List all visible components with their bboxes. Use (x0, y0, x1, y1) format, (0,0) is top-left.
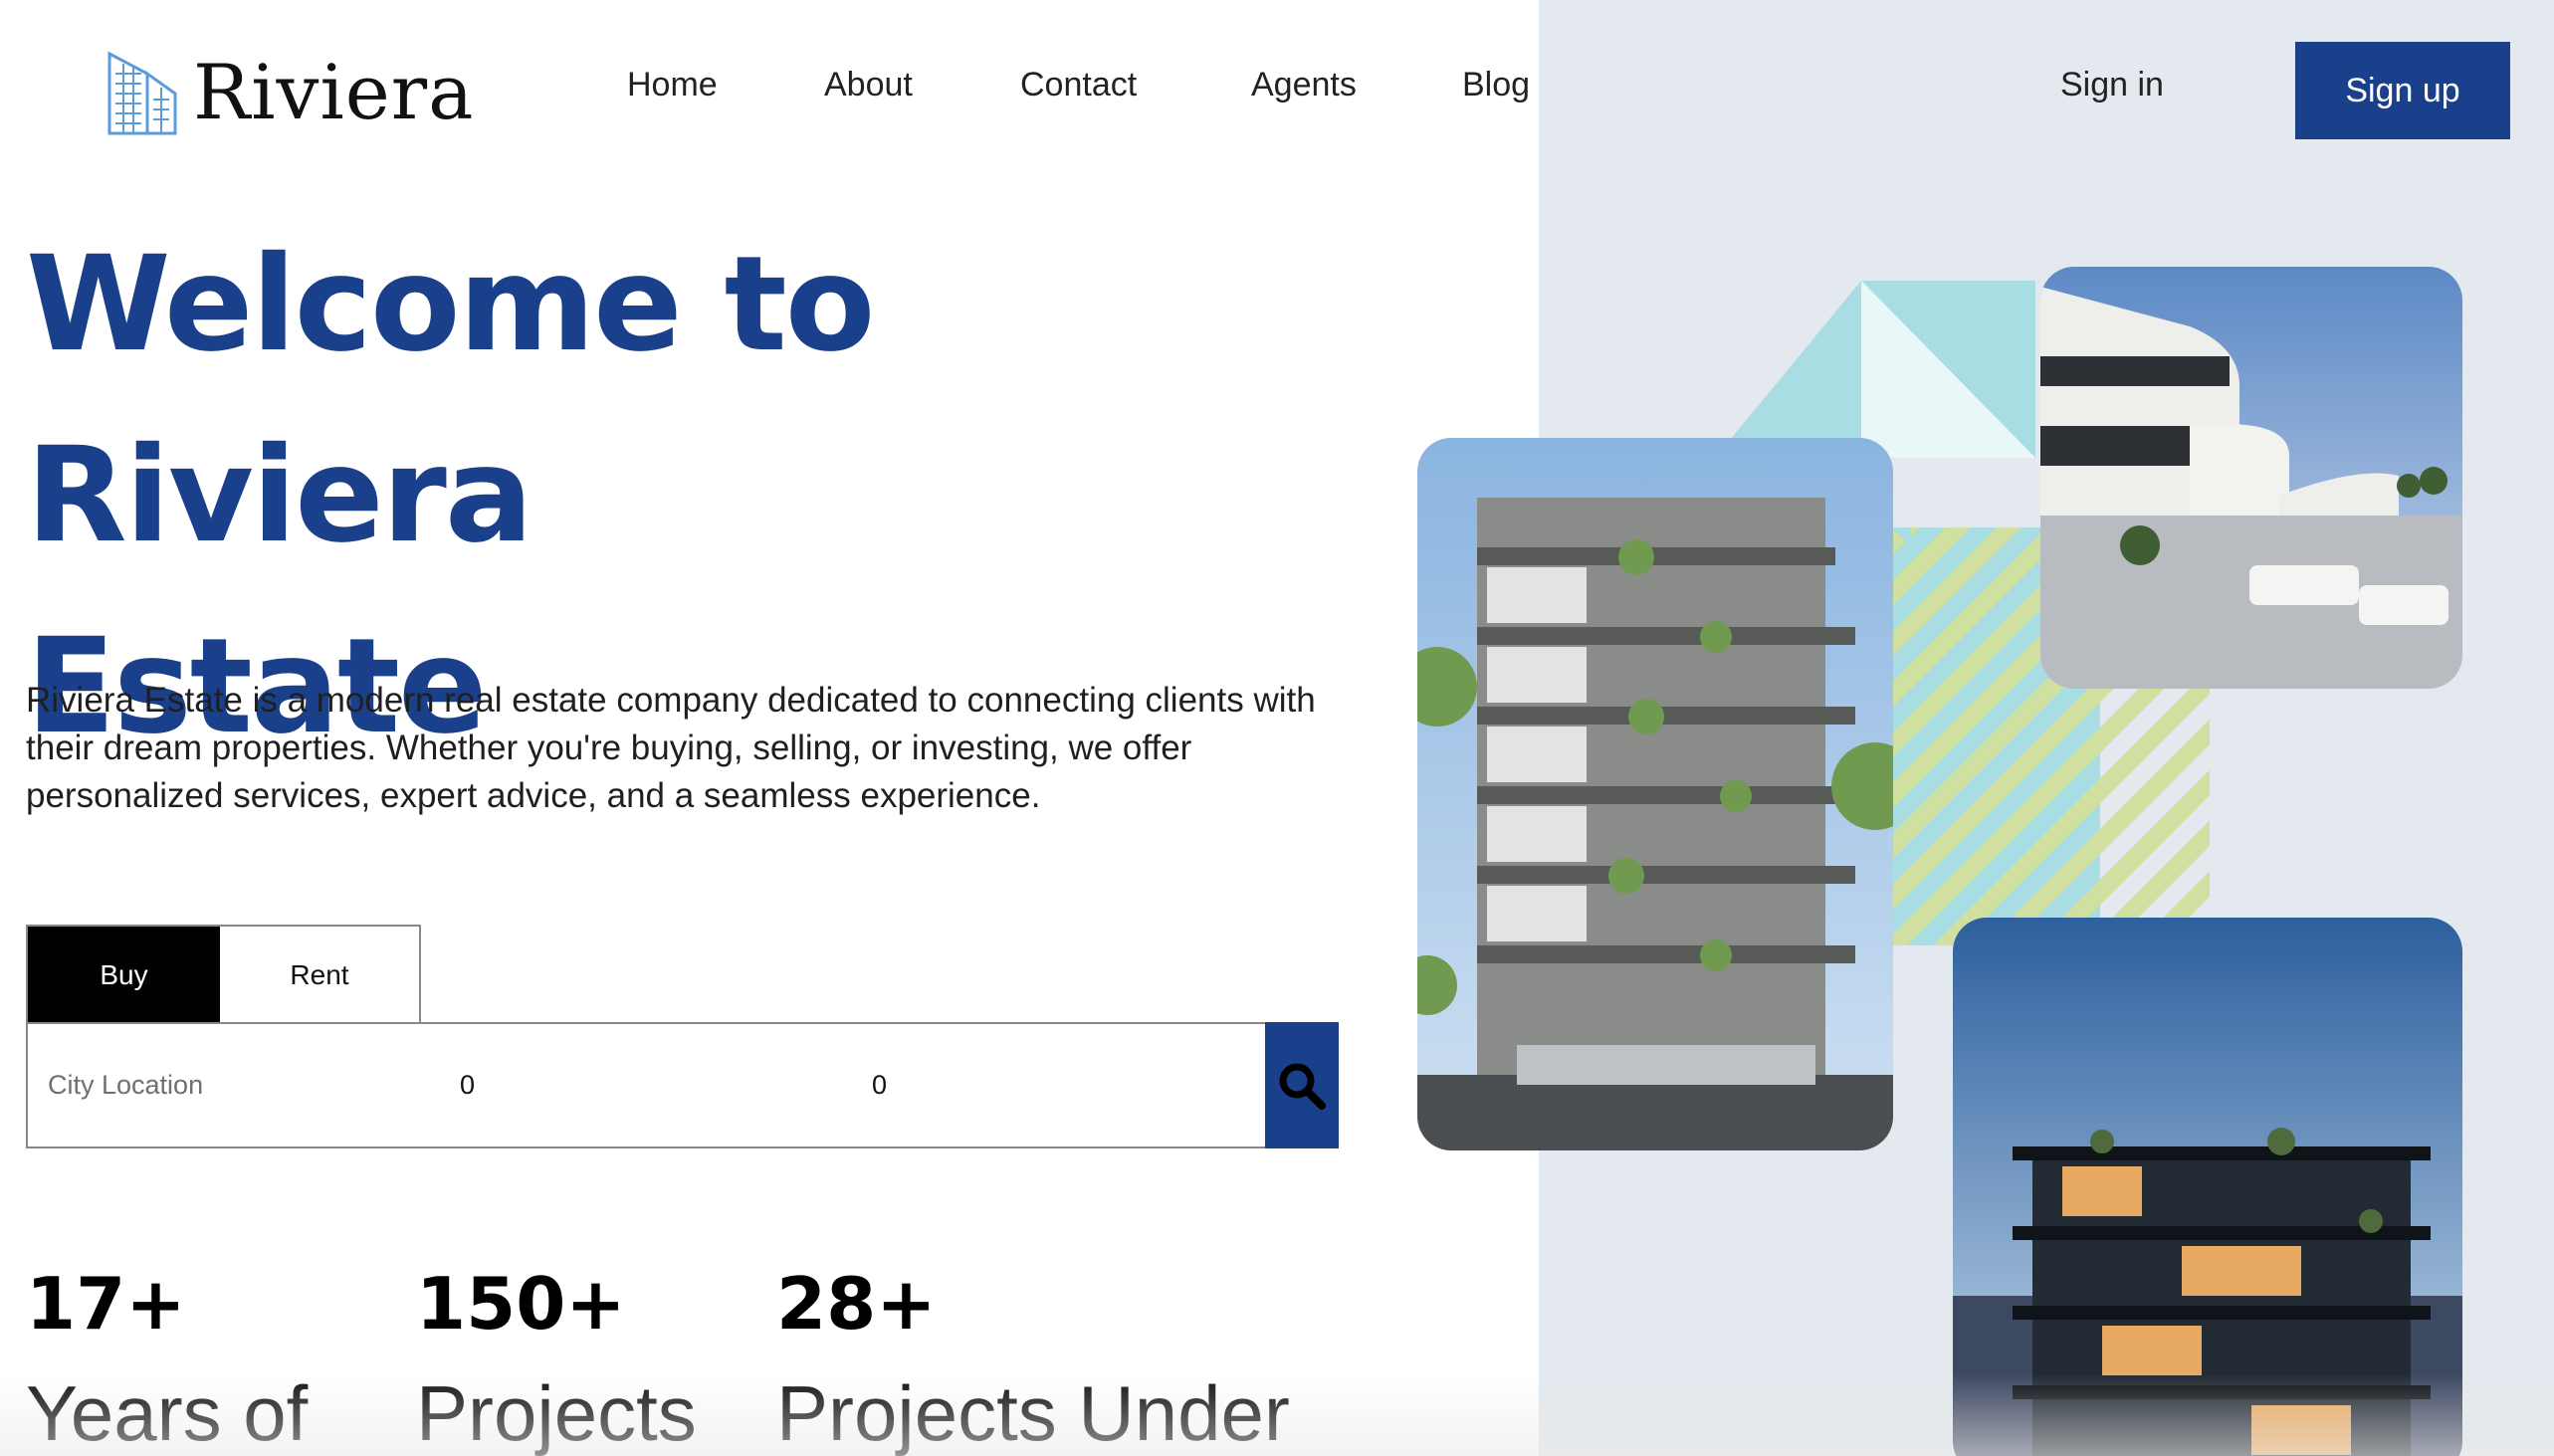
stat-projects-under: 28+ Projects Under (776, 1264, 1290, 1456)
nav-blog[interactable]: Blog (1462, 66, 1530, 104)
stat-label: Projects Under (776, 1369, 1290, 1456)
brand-logo[interactable]: Riviera (106, 48, 474, 136)
brand-name: Riviera (193, 48, 475, 136)
min-price-input[interactable] (460, 1070, 838, 1101)
sign-in-link[interactable]: Sign in (2060, 66, 2164, 104)
stat-number: 17+ (26, 1262, 186, 1346)
stat-number: 150+ (416, 1262, 626, 1346)
nav-home[interactable]: Home (627, 66, 718, 104)
stat-years: 17+ Years of (26, 1264, 308, 1456)
tower-photo (1953, 918, 2462, 1456)
building-photo-left (1417, 438, 1893, 1150)
max-price-input[interactable] (872, 1070, 1250, 1101)
nav-contact[interactable]: Contact (1020, 66, 1137, 104)
search-button[interactable] (1265, 1022, 1339, 1148)
search-tabs: Buy Rent (26, 925, 421, 1023)
stat-number: 28+ (776, 1262, 937, 1346)
sign-up-button[interactable]: Sign up (2295, 42, 2510, 139)
city-location-input[interactable] (48, 1070, 426, 1101)
tab-buy[interactable]: Buy (28, 927, 220, 1023)
stat-projects: 150+ Projects (416, 1264, 697, 1456)
property-search-bar (26, 1022, 1339, 1148)
stat-label: Years of (26, 1369, 309, 1456)
title-line-1: Welcome to Riviera (26, 228, 875, 572)
building-icon (107, 51, 177, 134)
search-icon (1279, 1063, 1326, 1110)
nav-agents[interactable]: Agents (1251, 66, 1357, 104)
stat-label: Projects (416, 1369, 697, 1456)
villa-photo (2040, 267, 2462, 689)
nav-about[interactable]: About (824, 66, 913, 104)
hero-description: Riviera Estate is a modern real estate c… (26, 681, 1316, 815)
tab-rent[interactable]: Rent (220, 927, 419, 1023)
